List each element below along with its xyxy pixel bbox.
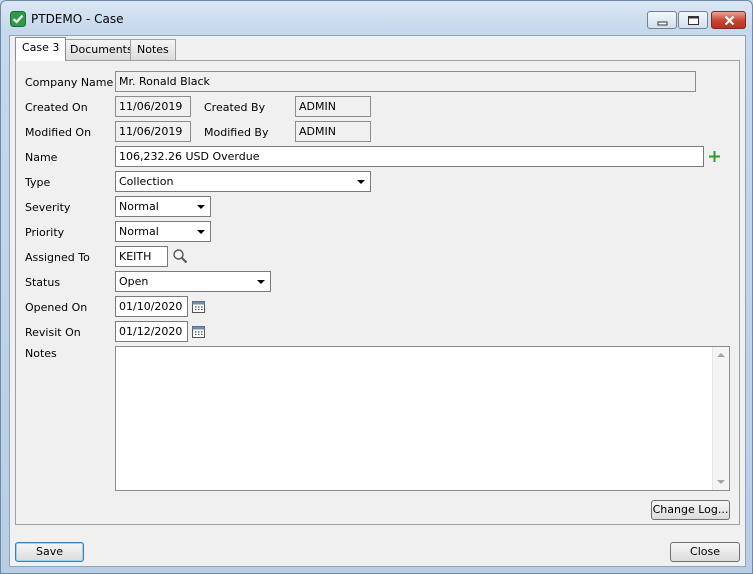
status-select-value: Open [119, 275, 149, 288]
created-by-field: ADMIN [295, 96, 371, 117]
case-app-icon [10, 11, 26, 27]
tab-notes[interactable]: Notes [130, 39, 176, 60]
maximize-icon [688, 16, 699, 25]
window-title: PTDEMO - Case [31, 12, 124, 26]
minimize-button[interactable] [647, 11, 677, 29]
close-button[interactable]: Close [670, 542, 740, 562]
modified-on-field: 11/06/2019 [115, 121, 191, 142]
modified-by-field: ADMIN [295, 121, 371, 142]
close-icon [724, 15, 735, 26]
status-select[interactable]: Open [115, 271, 271, 292]
revisit-on-input[interactable]: 01/12/2020 [115, 321, 188, 342]
case-window: PTDEMO - Case Case 3 Documents Notes Com… [0, 0, 753, 574]
chevron-down-icon [197, 205, 205, 209]
status-label: Status [25, 276, 61, 289]
revisit-on-label: Revisit On [25, 326, 81, 339]
name-input[interactable]: 106,232.26 USD Overdue [115, 146, 704, 167]
created-by-label: Created By [204, 101, 266, 114]
tab-documents[interactable]: Documents [63, 39, 140, 60]
chevron-down-icon [197, 230, 205, 234]
priority-select-value: Normal [119, 225, 159, 238]
change-log-button[interactable]: Change Log... [651, 500, 730, 520]
close-window-button[interactable] [711, 11, 746, 29]
modified-on-label: Modified On [25, 126, 92, 139]
window-client-area: Case 3 Documents Notes Company Name Mr. … [9, 35, 746, 567]
case-tab-panel: Company Name Mr. Ronald Black Created On… [15, 60, 740, 525]
notes-label: Notes [25, 347, 57, 360]
name-label: Name [25, 151, 58, 164]
assigned-to-label: Assigned To [25, 251, 90, 264]
company-name-label: Company Name [25, 76, 114, 89]
type-select-value: Collection [119, 175, 174, 188]
chevron-down-icon [257, 280, 265, 284]
company-name-field: Mr. Ronald Black [115, 71, 696, 92]
tab-case[interactable]: Case 3 [15, 37, 67, 61]
priority-label: Priority [25, 226, 65, 239]
magnifier-icon[interactable] [172, 248, 188, 267]
severity-select[interactable]: Normal [115, 196, 211, 217]
type-label: Type [25, 176, 51, 189]
created-on-label: Created On [25, 101, 88, 114]
calendar-icon[interactable] [192, 325, 205, 341]
maximize-button[interactable] [678, 11, 708, 29]
created-on-field: 11/06/2019 [115, 96, 191, 117]
assigned-to-input[interactable]: KEITH [115, 246, 168, 267]
scroll-down-icon[interactable] [717, 480, 725, 484]
calendar-icon[interactable] [192, 300, 205, 316]
severity-label: Severity [25, 201, 71, 214]
opened-on-input[interactable]: 01/10/2020 [115, 296, 188, 317]
priority-select[interactable]: Normal [115, 221, 211, 242]
type-select[interactable]: Collection [115, 171, 371, 192]
severity-select-value: Normal [119, 200, 159, 213]
opened-on-label: Opened On [25, 301, 88, 314]
modified-by-label: Modified By [204, 126, 269, 139]
plus-icon[interactable] [708, 150, 721, 166]
title-bar[interactable]: PTDEMO - Case [1, 1, 752, 35]
save-button[interactable]: Save [15, 542, 84, 562]
notes-textarea[interactable] [115, 346, 730, 491]
scroll-up-icon[interactable] [717, 353, 725, 357]
minimize-icon [657, 21, 668, 26]
notes-scrollbar[interactable] [712, 347, 729, 490]
chevron-down-icon [357, 180, 365, 184]
